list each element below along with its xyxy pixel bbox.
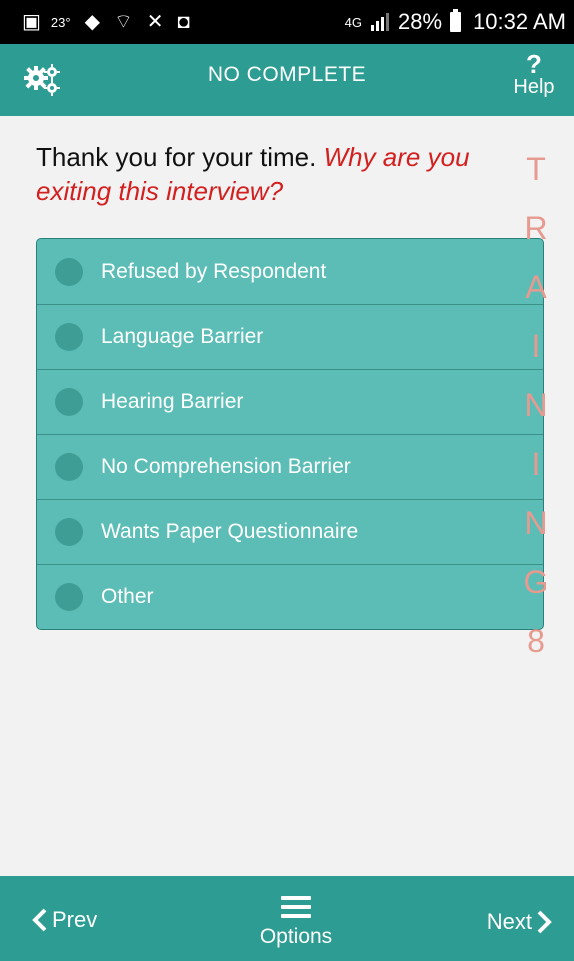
option-other[interactable]: Other (37, 564, 543, 629)
option-label: No Comprehension Barrier (101, 455, 351, 478)
option-label: Language Barrier (101, 325, 264, 348)
settings-button[interactable] (22, 60, 62, 100)
temperature-indicator: 23° (50, 14, 71, 30)
option-label: Refused by Respondent (101, 259, 327, 283)
options-button[interactable]: Options (246, 890, 346, 950)
signal-icon (371, 13, 389, 31)
options-label: Options (259, 925, 333, 948)
chevron-left-icon (32, 908, 47, 932)
prev-label: Prev (52, 907, 98, 932)
battery-icon (450, 9, 462, 32)
battery-percent: 28% (398, 9, 443, 34)
option-label: Other (101, 585, 154, 608)
chevron-right-icon (537, 910, 552, 934)
radio-button[interactable] (55, 388, 83, 416)
notification-icons: ▣ 23° ◆ ⌔ ✕ ◘ (22, 12, 190, 32)
question-prompt: Thank you for your time. Why are you exi… (36, 140, 536, 208)
footer-nav: Prev Options Next (0, 876, 574, 961)
radio-button[interactable] (55, 518, 83, 546)
option-label: Hearing Barrier (101, 390, 244, 413)
option-wants-paper-questionnaire[interactable]: Wants Paper Questionnaire (37, 499, 543, 564)
help-button[interactable]: ? Help (504, 50, 564, 110)
answer-options: Refused by Respondent Language Barrier H… (36, 238, 544, 630)
option-language-barrier[interactable]: Language Barrier (37, 304, 543, 369)
prev-button[interactable]: Prev (32, 900, 97, 940)
radio-button[interactable] (55, 257, 83, 286)
question-prefix: Thank you for your time. (36, 142, 317, 172)
option-hearing-barrier[interactable]: Hearing Barrier (37, 369, 543, 434)
menu-icon (281, 896, 311, 923)
radio-button[interactable] (55, 453, 83, 481)
clock: 10:32 AM (473, 9, 566, 34)
network-indicator: 4G (344, 14, 362, 30)
status-bar: ▣ 23° ◆ ⌔ ✕ ◘ 4G 28% 10:32 AM (0, 0, 574, 44)
page-title: NO COMPLETE (207, 63, 367, 86)
help-label: Help (513, 76, 555, 98)
next-button[interactable]: Next (487, 902, 552, 942)
wifi-icon: ⌔ (113, 11, 133, 33)
question-mark-icon: ? (526, 49, 542, 79)
missed-call-icon: ✕ (146, 11, 164, 33)
next-label: Next (486, 909, 532, 934)
app-notification-icon: ◆ (84, 11, 100, 33)
option-no-comprehension-barrier[interactable]: No Comprehension Barrier (37, 434, 543, 499)
radio-button[interactable] (55, 323, 83, 351)
option-label: Wants Paper Questionnaire (101, 520, 359, 543)
app-header: NO COMPLETE ? Help (0, 44, 574, 116)
system-indicators: 4G 28% 10:32 AM (345, 9, 566, 35)
radio-button[interactable] (55, 583, 83, 611)
gallery-notification-icon: ▣ (22, 11, 41, 33)
camera-notification-icon: ◘ (177, 11, 190, 33)
option-refused-by-respondent[interactable]: Refused by Respondent (37, 239, 543, 304)
gears-icon (24, 64, 60, 96)
